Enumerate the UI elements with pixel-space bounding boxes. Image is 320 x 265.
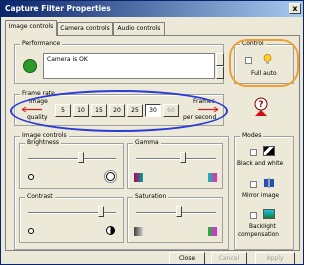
backlight-compensation-checkbox[interactable] <box>250 212 257 219</box>
saturation-low-icon <box>134 227 143 236</box>
performance-status-text: Camera is OK <box>47 56 88 63</box>
gamma-track <box>136 158 216 160</box>
blue-annotation-ring <box>10 90 228 132</box>
title-bar: Capture Filter Properties x <box>1 1 303 17</box>
help-icon[interactable]: ? <box>252 95 270 117</box>
tab-camera-controls[interactable]: Camera controls <box>57 22 113 35</box>
close-icon[interactable]: x <box>289 3 301 14</box>
brightness-track <box>28 158 116 160</box>
performance-group: Performance Camera is OK <box>14 40 224 84</box>
saturation-high-icon <box>208 227 217 236</box>
brightness-low-icon <box>28 174 34 180</box>
contrast-high-icon <box>106 226 115 235</box>
orange-annotation-ring <box>229 39 299 87</box>
contrast-label: Contrast <box>25 193 55 201</box>
brightness-high-icon <box>106 172 115 181</box>
black-and-white-checkbox[interactable] <box>250 149 257 156</box>
close-button[interactable]: Close <box>169 252 205 264</box>
saturation-group: Saturation <box>127 193 223 243</box>
backlight-label-line1: Backlight <box>249 224 276 230</box>
gamma-group: Gamma <box>127 139 223 189</box>
status-indicator-icon <box>23 59 37 73</box>
mirror-image-icon <box>263 178 275 188</box>
window-title: Capture Filter Properties <box>5 4 111 13</box>
brightness-label: Brightness <box>25 139 61 147</box>
gamma-high-icon <box>208 173 217 182</box>
mirror-image-checkbox[interactable] <box>250 181 257 188</box>
backlight-label-line2: compensation <box>238 232 279 238</box>
performance-status-box: Camera is OK <box>43 53 215 79</box>
image-controls-panel: Performance Camera is OK Control Full au… <box>5 35 300 251</box>
tab-audio-controls[interactable]: Audio controls <box>113 22 165 35</box>
mirror-image-label: Mirror image <box>242 193 279 199</box>
scroll-down-button[interactable] <box>216 66 224 79</box>
cancel-button[interactable]: Cancel <box>211 252 247 264</box>
modes-group: Modes Black and white Mirror image Backl… <box>234 132 294 250</box>
backlight-icon <box>263 209 275 219</box>
svg-text:?: ? <box>258 100 263 110</box>
gamma-low-icon <box>134 173 143 182</box>
black-and-white-icon <box>263 146 275 156</box>
contrast-low-icon <box>28 228 34 234</box>
brightness-group: Brightness <box>19 139 124 189</box>
contrast-slider-thumb[interactable] <box>98 206 104 217</box>
brightness-slider-thumb[interactable] <box>78 152 84 163</box>
gamma-label: Gamma <box>133 139 161 147</box>
modes-label: Modes <box>240 132 264 140</box>
apply-button[interactable]: Apply <box>255 252 295 264</box>
contrast-group: Contrast <box>19 193 124 243</box>
gamma-slider-thumb[interactable] <box>180 152 186 163</box>
performance-label: Performance <box>20 40 63 48</box>
black-and-white-label: Black and white <box>237 161 284 167</box>
tab-image-controls[interactable]: Image controls <box>5 20 57 36</box>
capture-filter-window: Capture Filter Properties x Image contro… <box>0 0 304 265</box>
image-controls-group: Image controls Brightness Gamma Contrast <box>14 132 229 250</box>
saturation-slider-thumb[interactable] <box>176 206 182 217</box>
scroll-up-button[interactable] <box>216 53 224 66</box>
saturation-label: Saturation <box>133 193 169 201</box>
